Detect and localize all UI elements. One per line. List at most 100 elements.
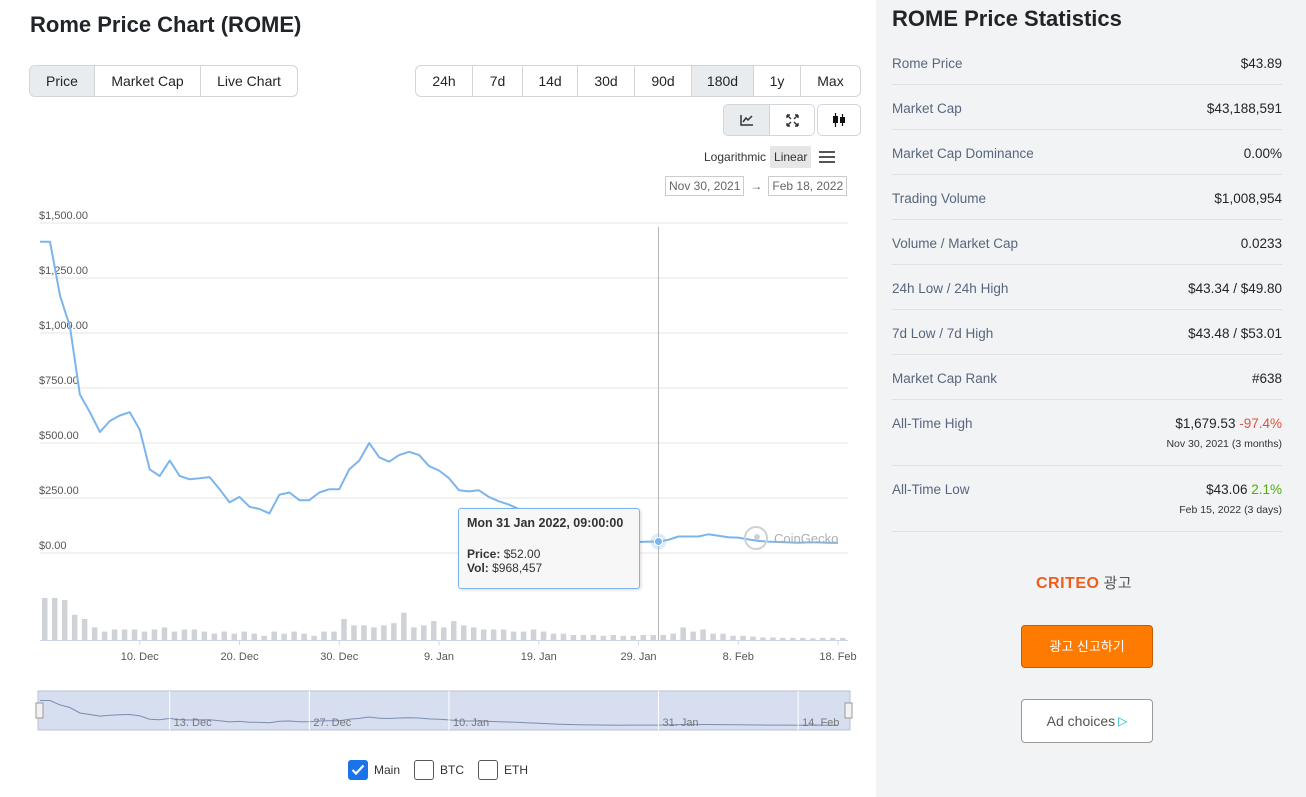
volume-bar xyxy=(171,631,178,640)
stats-title: ROME Price Statistics xyxy=(892,6,1122,31)
volume-bar xyxy=(141,631,148,640)
criteo-logo: CRITEO xyxy=(1036,575,1100,592)
date-arrow: → xyxy=(750,179,763,193)
btc-checkbox[interactable] xyxy=(414,760,435,780)
volume-bar xyxy=(780,637,786,640)
tooltip-price: Price: $52.00 xyxy=(467,547,631,561)
price-chart[interactable]: $1,500.00 $1,250.00 $1,000.00 $750.00 $500.0… xyxy=(0,205,876,745)
y-tick-label: $250.00 xyxy=(39,485,79,497)
chart-menu-icon[interactable] xyxy=(819,148,836,166)
range-180d[interactable]: 180d xyxy=(692,66,754,96)
report-ad-button[interactable]: 광고 신고하기 xyxy=(1021,625,1153,668)
volume-bar xyxy=(411,627,417,640)
range-7d[interactable]: 7d xyxy=(473,66,523,96)
atl-values: $43.06 2.1% Feb 15, 2022 (3 days) xyxy=(1179,482,1282,516)
date-to-input[interactable]: Feb 18, 2022 xyxy=(768,176,848,196)
atl-date: Feb 15, 2022 (3 days) xyxy=(1179,504,1282,516)
ad-choices-button[interactable]: Ad choices ▷ xyxy=(1021,699,1153,743)
x-tick-label: 9. Jan xyxy=(424,651,454,663)
stat-value: $43.34 / $49.80 xyxy=(1188,281,1282,296)
date-range: Nov 30, 2021 → Feb 18, 2022 xyxy=(665,176,848,196)
stat-value: #638 xyxy=(1251,371,1282,386)
tab-live-chart[interactable]: Live Chart xyxy=(201,66,297,96)
stats-table: Rome Price $43.89 Market Cap $43,188,591… xyxy=(892,40,1282,532)
stat-row-dominance: Market Cap Dominance 0.00% xyxy=(892,130,1282,175)
navigator-handle-left[interactable] xyxy=(35,702,44,719)
range-90d[interactable]: 90d xyxy=(635,66,692,96)
atl-price: $43.06 xyxy=(1206,482,1248,497)
volume-bar xyxy=(231,633,238,640)
series-toggles: Main BTC ETH xyxy=(348,760,542,780)
volume-bar xyxy=(101,631,108,640)
volume-bar xyxy=(520,631,527,640)
tooltip-volume: Vol: $968,457 xyxy=(467,561,631,575)
toggle-btc[interactable]: BTC xyxy=(414,760,464,780)
watermark-text: CoinGecko xyxy=(774,530,839,546)
volume-bar xyxy=(730,635,736,640)
tab-market-cap[interactable]: Market Cap xyxy=(95,66,201,96)
stat-row-market-cap: Market Cap $43,188,591 xyxy=(892,85,1282,130)
volume-bar xyxy=(401,612,407,640)
scale-selector: Logarithmic Linear xyxy=(700,146,836,168)
date-from-input[interactable]: Nov 30, 2021 xyxy=(665,176,745,196)
eth-checkbox[interactable] xyxy=(478,760,499,780)
tooltip-price-value: $52.00 xyxy=(503,547,541,561)
line-chart-button[interactable] xyxy=(723,104,769,136)
volume-bar xyxy=(650,634,656,640)
advertisement: CRITEO 광고 광고 신고하기 Ad choices ▷ xyxy=(914,568,1258,797)
volume-bar xyxy=(570,634,577,640)
volume-bar xyxy=(42,598,48,640)
volume-bar xyxy=(710,633,716,640)
volume-bar xyxy=(590,634,597,640)
range-1y[interactable]: 1y xyxy=(754,66,801,96)
stat-value: $43.89 xyxy=(1240,56,1282,71)
volume-bar xyxy=(191,629,198,640)
volume-bar xyxy=(740,635,746,640)
volume-bar xyxy=(221,631,228,640)
navigator[interactable] xyxy=(37,690,851,731)
volume-bar xyxy=(540,631,547,640)
toggle-eth[interactable]: ETH xyxy=(478,760,528,780)
range-24h[interactable]: 24h xyxy=(416,66,473,96)
candlestick-icon xyxy=(833,113,845,127)
stat-value: $43.48 / $53.01 xyxy=(1188,326,1282,341)
toggle-main[interactable]: Main xyxy=(348,760,400,780)
stat-label: Volume / Market Cap xyxy=(892,236,1019,251)
range-30d[interactable]: 30d xyxy=(578,66,635,96)
scale-linear[interactable]: Linear xyxy=(770,146,812,168)
x-tick-label: 18. Feb xyxy=(819,651,856,663)
volume-bar xyxy=(610,634,617,640)
volume-bar xyxy=(680,627,686,640)
tooltip-vol-value: $968,457 xyxy=(492,561,543,575)
range-max[interactable]: Max xyxy=(801,66,860,96)
tooltip-price-label: Price: xyxy=(467,547,501,561)
ath-price: $1,679.53 xyxy=(1175,416,1236,431)
fullscreen-button[interactable] xyxy=(769,104,815,136)
volume-bar xyxy=(121,629,128,640)
chart-type-tabs: Price Market Cap Live Chart xyxy=(29,65,298,97)
navigator-handle-right[interactable] xyxy=(844,702,853,719)
volume-bar xyxy=(840,637,846,640)
volume-bar xyxy=(241,631,247,640)
range-14d[interactable]: 14d xyxy=(523,66,578,96)
volume-bar xyxy=(391,623,397,640)
ad-word: 광고 xyxy=(1103,575,1133,592)
navigator-label: 27. Dec xyxy=(313,717,351,729)
volume-bar xyxy=(820,637,826,640)
volume-bar xyxy=(251,633,257,640)
volume-bar xyxy=(490,629,497,640)
toggle-main-label: Main xyxy=(374,763,401,777)
volume-bar xyxy=(770,637,776,640)
tab-price[interactable]: Price xyxy=(30,66,95,96)
price-chart-panel: Rome Price Chart (ROME) Price Market Cap… xyxy=(0,0,876,797)
y-tick-label: $500.00 xyxy=(39,430,79,442)
scale-logarithmic[interactable]: Logarithmic xyxy=(700,146,770,168)
main-checkbox[interactable] xyxy=(348,760,368,780)
volume-bar xyxy=(810,638,816,640)
volume-bar xyxy=(291,631,297,640)
volume-bar xyxy=(700,629,706,640)
stat-label: All-Time High xyxy=(892,416,973,431)
volume-bar xyxy=(830,637,836,640)
candlestick-button[interactable] xyxy=(817,104,861,136)
volume-bar xyxy=(500,629,507,640)
